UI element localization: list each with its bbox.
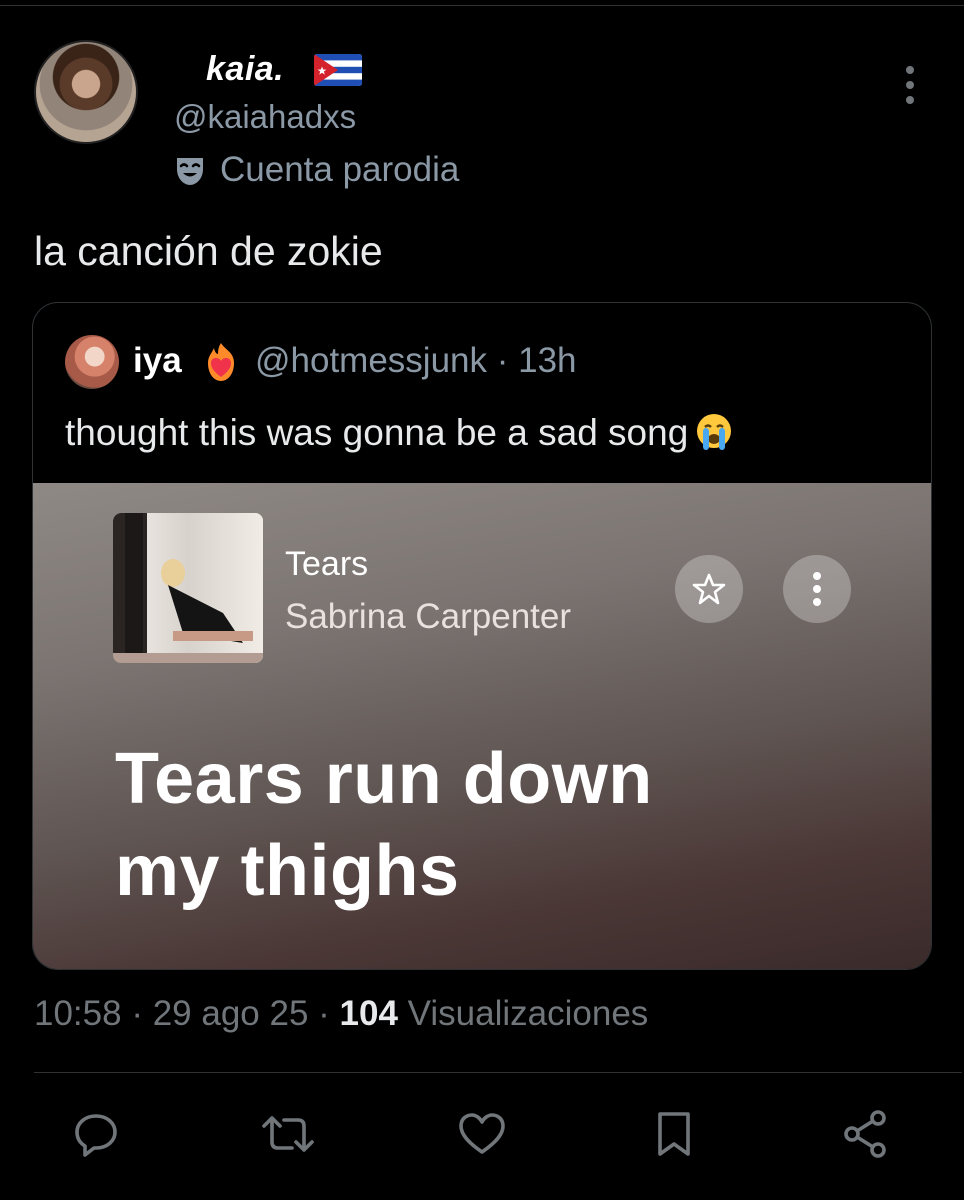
like-icon[interactable]	[452, 1104, 512, 1164]
quoted-tweet-text: thought this was gonna be a sad song	[65, 411, 734, 454]
quoted-handle-time[interactable]: @hotmessjunk · 13h	[255, 341, 577, 381]
author-handle[interactable]: @kaiahadxs	[174, 98, 356, 136]
song-title: Tears	[285, 545, 369, 583]
song-lyrics-image[interactable]: Tears Sabrina Carpenter Tears run down m…	[33, 483, 931, 969]
divider	[34, 1072, 962, 1073]
top-border	[0, 0, 964, 6]
cuba-flag-icon	[314, 54, 362, 86]
action-bar	[0, 1104, 964, 1164]
author-avatar[interactable]	[34, 40, 138, 144]
repost-icon[interactable]	[258, 1104, 318, 1164]
tweet-date: 29 ago 25	[152, 994, 309, 1033]
lyric-line-2: my thighs	[115, 831, 460, 911]
views-count: 104	[339, 994, 398, 1033]
tweet-time: 10:58	[34, 994, 122, 1033]
lyric-text: Tears run down my thighs	[115, 733, 835, 917]
loudly-crying-face-icon	[694, 411, 734, 451]
more-options-icon[interactable]	[895, 60, 925, 110]
parody-label: Cuenta parodia	[220, 150, 460, 189]
parody-mask-icon	[172, 153, 208, 189]
song-more-options-icon[interactable]	[783, 555, 851, 623]
tweet-text: la canción de zokie	[34, 228, 383, 274]
tweet-meta: 10:58 · 29 ago 25 · 104 Visualizaciones	[34, 994, 649, 1033]
quoted-tweet-text-content: thought this was gonna be a sad song	[65, 412, 689, 453]
bookmark-icon[interactable]	[644, 1104, 704, 1164]
quoted-tweet-card[interactable]: iya @hotmessjunk · 13h thought this was …	[32, 302, 932, 970]
share-icon[interactable]	[836, 1104, 896, 1164]
lyric-line-1: Tears run down	[115, 739, 653, 819]
star-icon[interactable]	[675, 555, 743, 623]
song-artist: Sabrina Carpenter	[285, 597, 571, 636]
quoted-author-avatar[interactable]	[65, 335, 119, 389]
reply-icon[interactable]	[66, 1104, 126, 1164]
heart-on-fire-icon	[201, 341, 241, 383]
quoted-author-name[interactable]: iya	[133, 341, 182, 381]
views-label[interactable]: Visualizaciones	[408, 994, 649, 1033]
author-name[interactable]: kaia.	[206, 50, 284, 89]
album-art	[113, 513, 263, 663]
